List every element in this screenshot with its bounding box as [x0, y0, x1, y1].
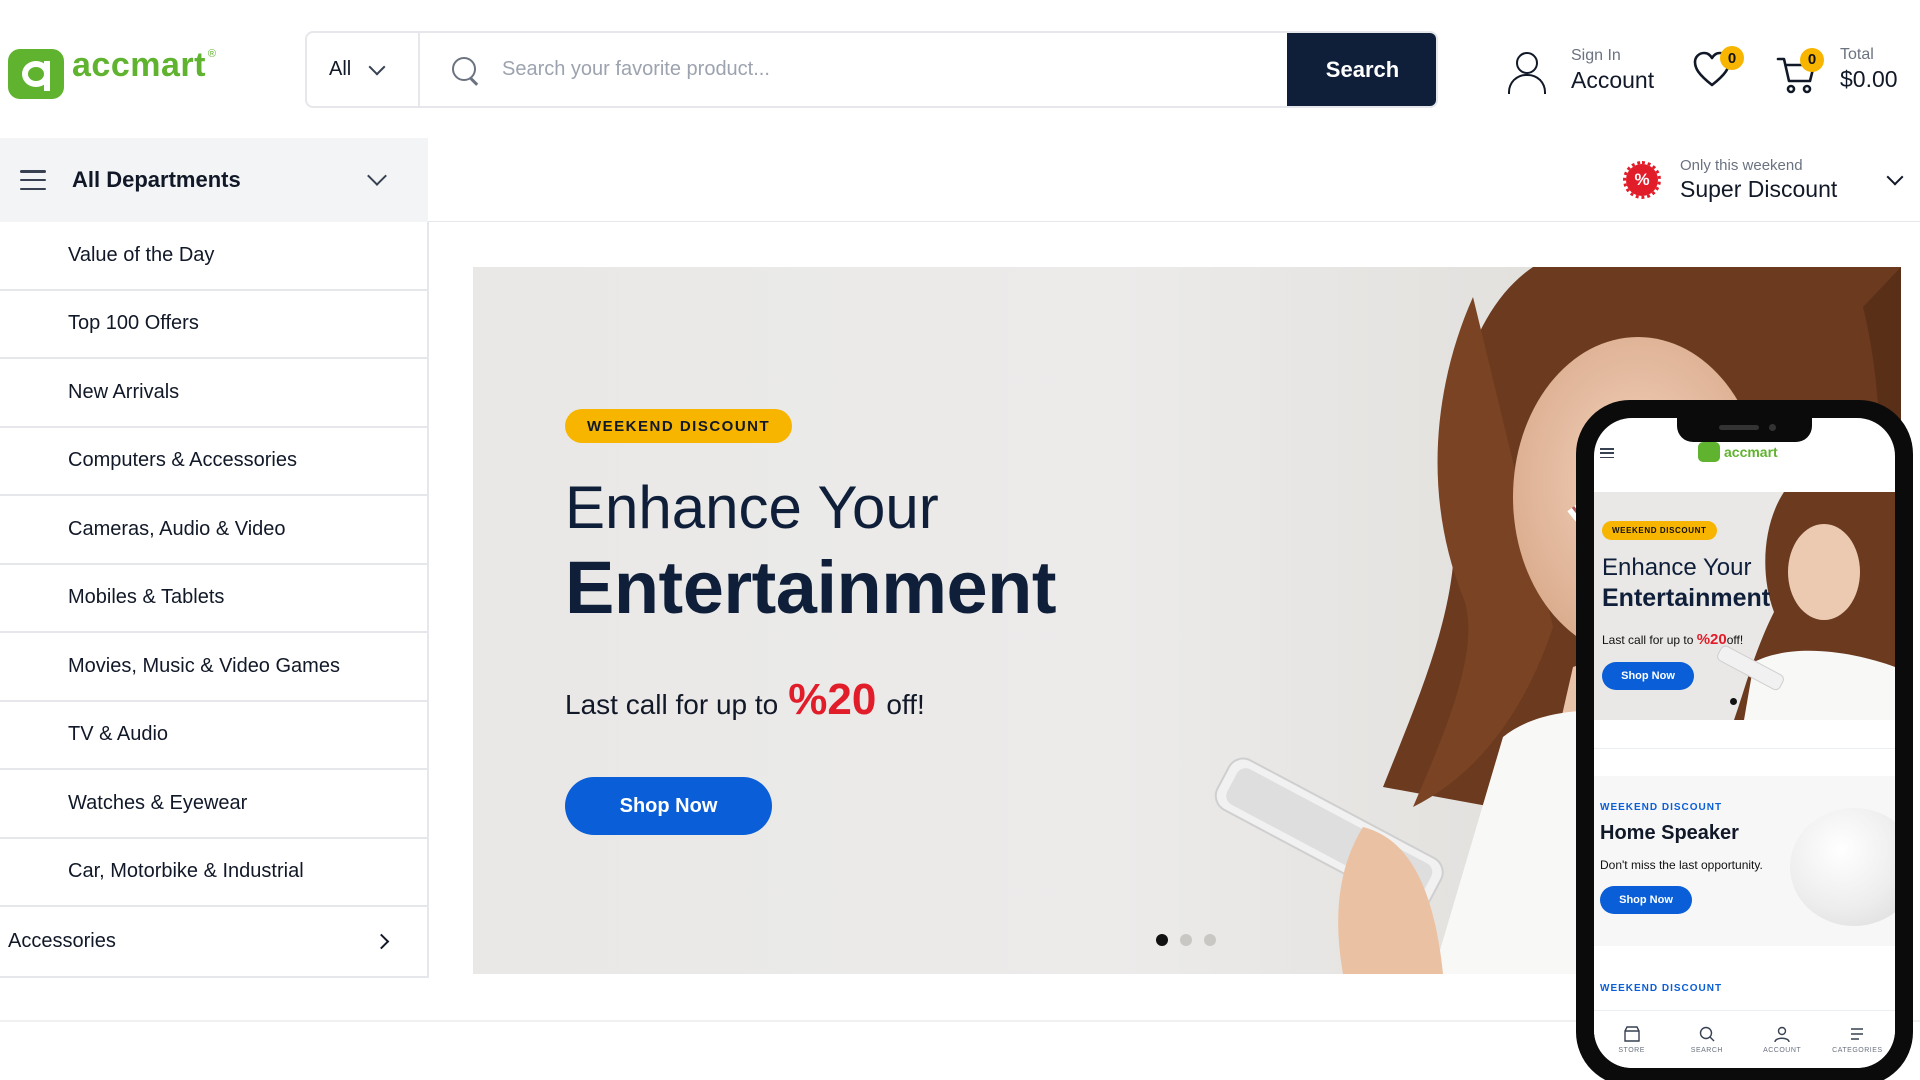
- phone-card3-tag: WEEKEND DISCOUNT: [1600, 983, 1723, 994]
- menu-icon: [20, 170, 46, 190]
- speaker-image: [1790, 808, 1895, 926]
- hero-tag: WEEKEND DISCOUNT: [565, 409, 793, 443]
- chevron-down-icon: [367, 166, 387, 186]
- slider-dot[interactable]: [1204, 934, 1216, 946]
- brand-name: accmart: [72, 46, 206, 84]
- account-link[interactable]: Sign In Account: [1505, 47, 1654, 94]
- hero-sub-suffix: off!: [886, 689, 925, 720]
- dept-item-mobiles-tablets[interactable]: Mobiles & Tablets: [0, 565, 427, 633]
- wishlist-count-badge: 0: [1720, 46, 1744, 70]
- phone-hero-title-line1: Enhance Your: [1602, 554, 1752, 581]
- phone-tab-bar: STORE SEARCH ACCOUNT CATEGORIES: [1594, 1010, 1895, 1068]
- dept-item-top-100-offers[interactable]: Top 100 Offers: [0, 291, 427, 359]
- phone-screen: accmart WEEKEND DISCOUNT Enhance Your En…: [1594, 418, 1895, 1068]
- dept-item-value-of-the-day[interactable]: Value of the Day: [0, 222, 427, 291]
- tab-search[interactable]: SEARCH: [1677, 1025, 1737, 1054]
- chevron-right-icon: [373, 933, 390, 950]
- phone-hero: WEEKEND DISCOUNT Enhance Your Entertainm…: [1594, 492, 1895, 720]
- dept-item-computers-accessories[interactable]: Computers & Accessories: [0, 428, 427, 496]
- slider-dot[interactable]: [1156, 934, 1168, 946]
- all-departments-label: All Departments: [72, 167, 241, 192]
- hero-subtitle: Last call for up to %20 off!: [565, 675, 925, 725]
- search-category-label: All: [329, 58, 352, 80]
- phone-promo-card: WEEKEND DISCOUNT Home Speaker Don't miss…: [1594, 776, 1895, 946]
- cart-total-label: Total: [1840, 46, 1874, 63]
- sign-in-label: Sign In: [1571, 47, 1621, 64]
- all-departments-toggle[interactable]: All Departments: [0, 138, 428, 222]
- phone-divider: [1594, 748, 1895, 749]
- dept-item-car-motorbike-industrial[interactable]: Car, Motorbike & Industrial: [0, 839, 427, 907]
- phone-hero-subtitle: Last call for up to %20off!: [1602, 631, 1743, 648]
- search-icon: [450, 55, 480, 85]
- dept-item-accessories-label: Accessories: [8, 929, 116, 952]
- dept-item-watches-eyewear[interactable]: Watches & Eyewear: [0, 770, 427, 839]
- brand-logo[interactable]: accmart ®: [8, 46, 216, 99]
- chevron-down-icon: [1886, 168, 1904, 186]
- search-bar: All Search: [305, 31, 1438, 108]
- phone-card-shop-now-button[interactable]: Shop Now: [1600, 886, 1692, 914]
- phone-notch: [1677, 418, 1812, 442]
- store-icon: [1623, 1026, 1640, 1042]
- dept-item-new-arrivals[interactable]: New Arrivals: [0, 359, 427, 428]
- cart-total-value: $0.00: [1840, 66, 1898, 92]
- phone-card-title: Home Speaker: [1600, 822, 1739, 844]
- discount-badge-icon: %: [1623, 161, 1661, 199]
- phone-hero-sub-prefix: Last call for up to: [1602, 633, 1697, 647]
- account-label: Account: [1571, 67, 1655, 93]
- hero-sub-prefix: Last call for up to: [565, 689, 779, 720]
- cart-count-badge: 0: [1800, 47, 1824, 72]
- menu-icon[interactable]: [1600, 448, 1614, 458]
- search-button[interactable]: Search: [1287, 33, 1436, 106]
- phone-card-subtitle: Don't miss the last opportunity.: [1600, 858, 1763, 872]
- promo-title: Super Discount: [1680, 176, 1838, 202]
- wishlist-button[interactable]: 0: [1692, 46, 1744, 90]
- cart-button[interactable]: 0 Total $0.00: [1776, 46, 1898, 93]
- dept-item-movies-music-games[interactable]: Movies, Music & Video Games: [0, 633, 427, 702]
- slider-dots: [1156, 934, 1216, 946]
- dept-item-tv-audio[interactable]: TV & Audio: [0, 702, 427, 770]
- slider-dot[interactable]: [1180, 934, 1192, 946]
- menu-icon: [1851, 1028, 1864, 1040]
- registered-mark: ®: [207, 48, 217, 60]
- user-icon: [1505, 50, 1546, 94]
- phone-hero-discount-percent: %20: [1696, 631, 1727, 648]
- tab-categories-label: CATEGORIES: [1832, 1047, 1883, 1054]
- chevron-down-icon: [368, 58, 386, 75]
- phone-mockup: accmart WEEKEND DISCOUNT Enhance Your En…: [1576, 400, 1913, 1080]
- tab-store[interactable]: STORE: [1602, 1025, 1662, 1054]
- tab-account[interactable]: ACCOUNT: [1752, 1025, 1812, 1054]
- slider-dot[interactable]: [1730, 698, 1737, 705]
- search-input[interactable]: [480, 33, 1287, 106]
- phone-shop-now-button[interactable]: Shop Now: [1602, 662, 1694, 690]
- departments-menu: Value of the Day Top 100 Offers New Arri…: [0, 222, 429, 978]
- shop-now-button[interactable]: Shop Now: [565, 777, 772, 835]
- tab-categories[interactable]: CATEGORIES: [1827, 1025, 1887, 1054]
- phone-logo: accmart: [1698, 442, 1778, 462]
- user-icon: [1774, 1026, 1790, 1043]
- phone-hero-tag: WEEKEND DISCOUNT: [1602, 521, 1717, 540]
- dept-item-accessories[interactable]: Accessories: [0, 907, 427, 976]
- tab-search-label: SEARCH: [1690, 1047, 1723, 1054]
- promo-subtitle: Only this weekend: [1680, 157, 1803, 174]
- cart-icon-wrap: 0: [1776, 47, 1824, 93]
- logo-mark-icon: [1698, 442, 1720, 462]
- tab-account-label: ACCOUNT: [1763, 1047, 1802, 1054]
- nav-divider: [428, 221, 1920, 222]
- logo-mark-icon: [8, 49, 64, 99]
- hero-title-line1: Enhance Your: [565, 474, 939, 541]
- hero-discount-percent: %20: [788, 675, 877, 724]
- phone-hero-title-line2: Entertainment: [1602, 584, 1771, 612]
- super-discount-dropdown[interactable]: % Only this weekend Super Discount: [1623, 157, 1904, 203]
- phone-card-tag: WEEKEND DISCOUNT: [1600, 802, 1723, 813]
- site-header: accmart ® All Search Sign In Account 0: [0, 0, 1920, 136]
- hero-title-line2: Entertainment: [565, 546, 1057, 629]
- search-category-select[interactable]: All: [307, 33, 420, 106]
- search-icon: [1699, 1026, 1715, 1042]
- dept-item-cameras-audio-video[interactable]: Cameras, Audio & Video: [0, 496, 427, 565]
- phone-brand-name: accmart: [1724, 444, 1778, 460]
- tab-store-label: STORE: [1618, 1047, 1645, 1054]
- phone-hero-sub-suffix: off!: [1726, 633, 1744, 647]
